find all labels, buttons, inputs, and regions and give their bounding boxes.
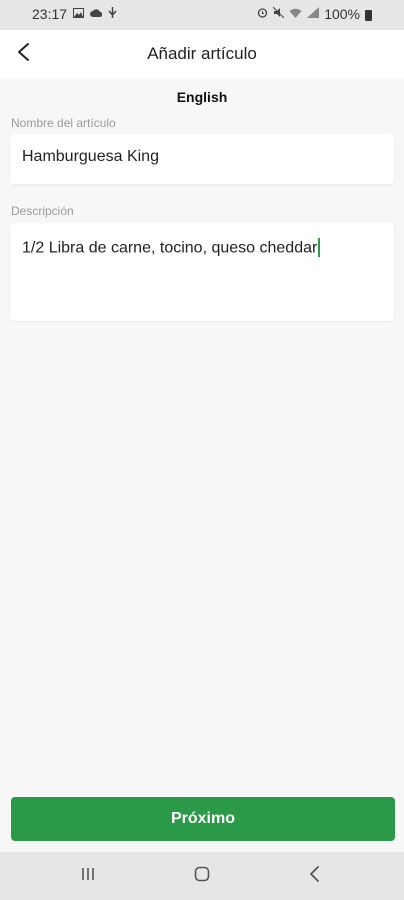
- navigation-bar: [0, 852, 404, 900]
- next-button[interactable]: Próximo: [11, 797, 395, 841]
- page-title: Añadir artículo: [147, 44, 257, 63]
- wifi-icon: [289, 7, 302, 21]
- name-field-label: Nombre del artículo: [11, 116, 116, 130]
- status-left: 23:17: [32, 6, 117, 22]
- alarm-icon: [257, 7, 268, 21]
- app-bar: Añadir artículo: [0, 30, 404, 78]
- language-label: English: [176, 89, 228, 105]
- recent-apps-button[interactable]: [76, 866, 100, 886]
- battery-percent: 100%: [324, 6, 360, 22]
- usb-icon: [108, 6, 117, 22]
- recent-apps-icon: [79, 865, 97, 888]
- name-field[interactable]: Hamburguesa King: [10, 134, 394, 184]
- nav-back-button[interactable]: [303, 865, 327, 888]
- cloud-icon: [90, 7, 103, 21]
- battery-icon: [365, 9, 372, 21]
- mute-icon: [272, 6, 285, 21]
- status-bar: 23:17 100%: [0, 0, 404, 30]
- back-icon: [306, 865, 324, 888]
- status-time: 23:17: [32, 6, 68, 22]
- gallery-icon: [73, 7, 85, 21]
- status-right: 100%: [257, 6, 372, 22]
- home-icon: [193, 865, 211, 888]
- description-field[interactable]: 1/2 Libra de carne, tocino, queso chedda…: [10, 223, 394, 321]
- description-field-value: 1/2 Libra de carne, tocino, queso chedda…: [22, 239, 318, 257]
- text-cursor: [318, 238, 321, 257]
- name-field-value: Hamburguesa King: [22, 148, 159, 165]
- description-field-label: Descripción: [11, 204, 74, 218]
- home-button[interactable]: [190, 866, 214, 886]
- description-field-content: 1/2 Libra de carne, tocino, queso chedda…: [22, 238, 321, 258]
- signal-icon: [307, 7, 320, 21]
